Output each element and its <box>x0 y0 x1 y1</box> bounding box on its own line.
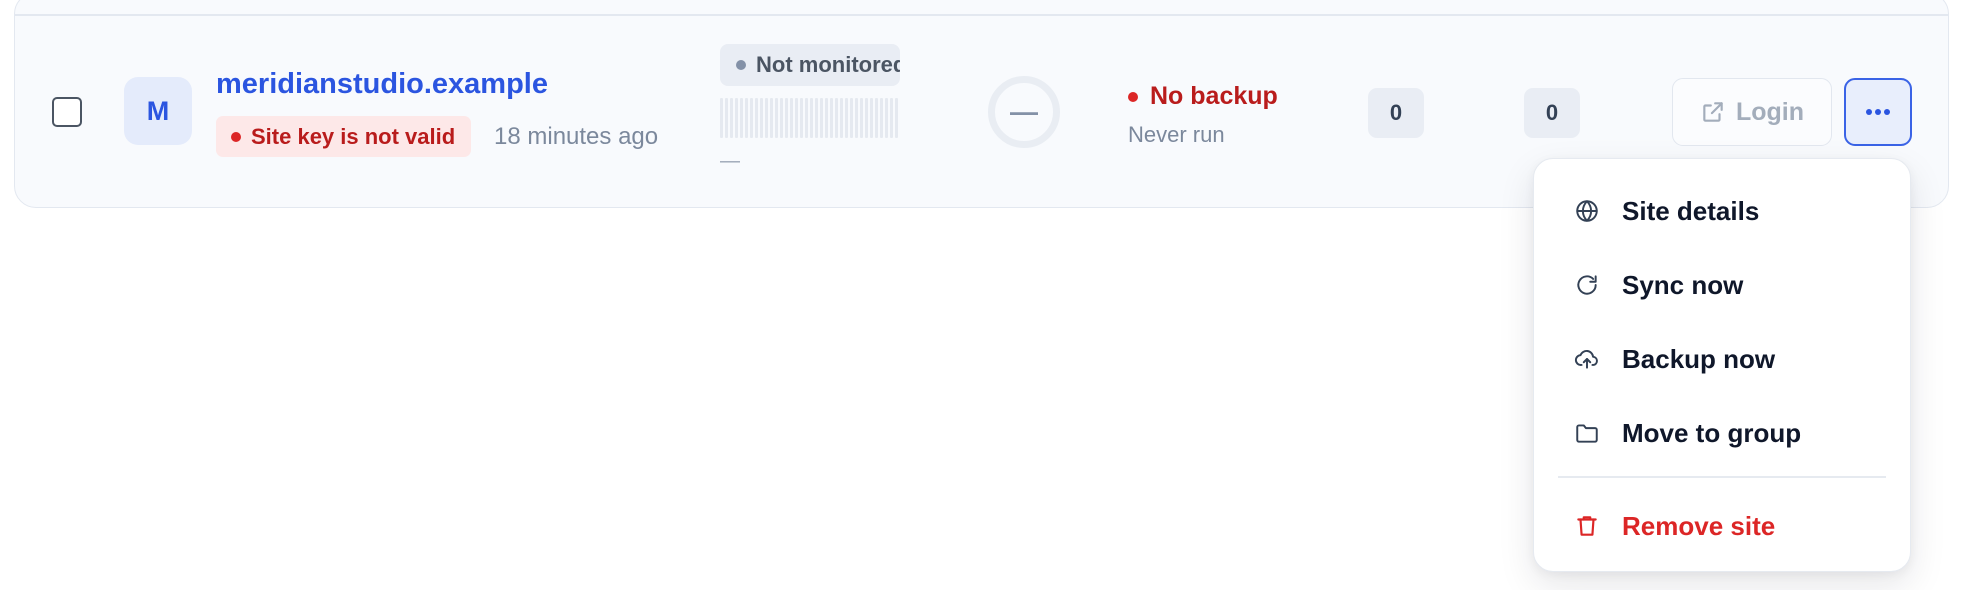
uptime-bar <box>775 98 778 138</box>
uptime-bar <box>725 98 728 138</box>
more-actions-button[interactable] <box>1844 78 1912 146</box>
uptime-bar <box>735 98 738 138</box>
menu-item-remove-site[interactable]: Remove site <box>1544 495 1900 557</box>
backup-status: No backup <box>1128 82 1278 111</box>
menu-item-site-details[interactable]: Site details <box>1544 180 1900 242</box>
health-score-value: — <box>1010 96 1038 127</box>
refresh-icon <box>1577 275 1597 295</box>
uptime-bar <box>895 98 898 138</box>
uptime-bar <box>785 98 788 138</box>
uptime-bar <box>755 98 758 138</box>
menu-item-label: Move to group <box>1622 417 1802 448</box>
monitoring-status-label: Not monitored <box>756 52 900 77</box>
uptime-bar <box>850 98 853 138</box>
page: M meridianstudio.example Site key is not… <box>0 0 1964 590</box>
uptime-bar <box>720 98 723 138</box>
uptime-bar <box>840 98 843 138</box>
uptime-value: — <box>720 150 740 172</box>
menu-divider <box>1558 476 1886 478</box>
row-divider <box>14 14 1949 16</box>
uptime-bar <box>880 98 883 138</box>
uptime-bar <box>770 98 773 138</box>
backup-last-run: Never run <box>1128 122 1225 147</box>
uptime-bar <box>855 98 858 138</box>
uptime-bar <box>865 98 868 138</box>
uptime-bar <box>810 98 813 138</box>
uptime-bar <box>795 98 798 138</box>
site-actions-menu: Site details Sync now Backup now Move to… <box>1533 158 1911 572</box>
uptime-bar <box>835 98 838 138</box>
menu-item-backup-now[interactable]: Backup now <box>1544 328 1900 390</box>
uptime-bar <box>845 98 848 138</box>
uptime-bar <box>730 98 733 138</box>
row-select-checkbox[interactable] <box>52 97 82 127</box>
cloud-upload-icon <box>1574 349 1598 369</box>
login-button-label: Login <box>1735 97 1805 126</box>
backup-dot-icon <box>1128 91 1138 102</box>
last-seen-text: 18 minutes ago <box>494 123 659 150</box>
menu-item-label: Sync now <box>1622 269 1744 300</box>
uptime-bar <box>750 98 753 138</box>
uptime-bar <box>800 98 803 138</box>
menu-item-label: Backup now <box>1622 343 1776 374</box>
uptime-bar <box>825 98 828 138</box>
folder-icon <box>1576 424 1598 443</box>
site-avatar: M <box>124 77 192 145</box>
monitoring-status-badge: Not monitored <box>720 44 900 86</box>
globe-icon <box>1576 200 1598 222</box>
site-name-link[interactable]: meridianstudio.example <box>216 68 548 101</box>
uptime-bar <box>805 98 808 138</box>
uptime-bar <box>830 98 833 138</box>
login-button[interactable]: Login <box>1672 78 1832 146</box>
menu-item-label: Remove site <box>1622 510 1776 541</box>
uptime-bar <box>790 98 793 138</box>
uptime-bar <box>875 98 878 138</box>
uptime-bar <box>870 98 873 138</box>
uptime-bars <box>720 98 900 138</box>
error-dot-icon <box>231 131 241 142</box>
trash-icon <box>1577 516 1597 536</box>
uptime-bar <box>890 98 893 138</box>
uptime-bar <box>885 98 888 138</box>
menu-item-move-to-group[interactable]: Move to group <box>1544 402 1900 464</box>
more-horizontal-icon <box>1866 109 1890 115</box>
error-badge-label: Site key is not valid <box>251 123 456 149</box>
count-badge-first: 0 <box>1368 88 1424 138</box>
backup-status-label: No backup <box>1150 82 1278 110</box>
site-key-error-badge: Site key is not valid <box>216 116 472 157</box>
external-link-icon <box>1703 102 1723 122</box>
count-badge-second: 0 <box>1524 88 1580 138</box>
health-score-ring: — <box>988 76 1060 148</box>
uptime-bar <box>740 98 743 138</box>
uptime-bar <box>765 98 768 138</box>
menu-item-sync-now[interactable]: Sync now <box>1544 254 1900 316</box>
monitor-dot-icon <box>736 60 746 70</box>
uptime-bar <box>745 98 748 138</box>
menu-item-label: Site details <box>1622 195 1760 226</box>
uptime-bar <box>860 98 863 138</box>
uptime-bar <box>820 98 823 138</box>
uptime-bar <box>815 98 818 138</box>
uptime-bar <box>760 98 763 138</box>
uptime-bar <box>780 98 783 138</box>
